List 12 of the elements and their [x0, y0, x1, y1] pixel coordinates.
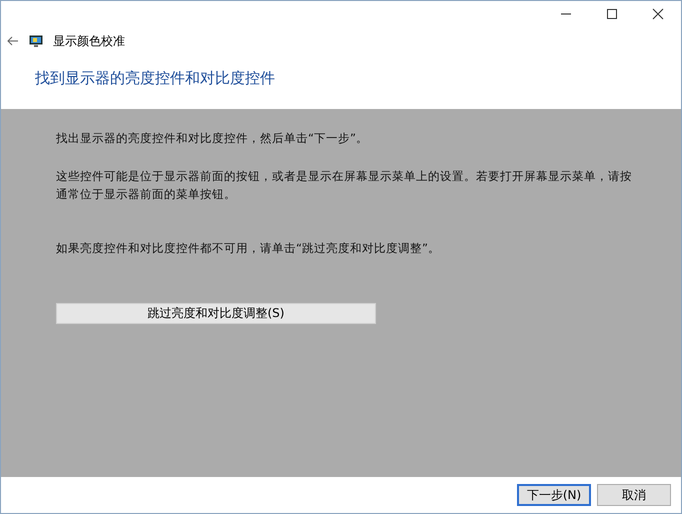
- next-button[interactable]: 下一步(N): [517, 484, 591, 506]
- instruction-text: 如果亮度控件和对比度控件都不可用，请单击“跳过亮度和对比度调整”。: [56, 240, 441, 257]
- close-icon[interactable]: [652, 8, 664, 20]
- window-title: 显示颜色校准: [53, 32, 125, 50]
- cancel-button[interactable]: 取消: [597, 484, 671, 506]
- instruction-text: 这些控件可能是位于显示器前面的按钮，或者是显示在屏幕显示菜单上的设置。若要打开屏幕显示菜单，请按通常位于显示器前面的菜单按钮。: [56, 168, 633, 203]
- back-arrow-icon[interactable]: [7, 36, 19, 46]
- skip-adjustment-button[interactable]: 跳过亮度和对比度调整(S): [56, 303, 376, 324]
- maximize-icon[interactable]: [606, 8, 618, 20]
- page-heading: 找到显示器的亮度控件和对比度控件: [35, 69, 276, 88]
- monitor-icon: [29, 34, 43, 48]
- instruction-text: 找出显示器的亮度控件和对比度控件，然后单击“下一步”。: [56, 130, 369, 147]
